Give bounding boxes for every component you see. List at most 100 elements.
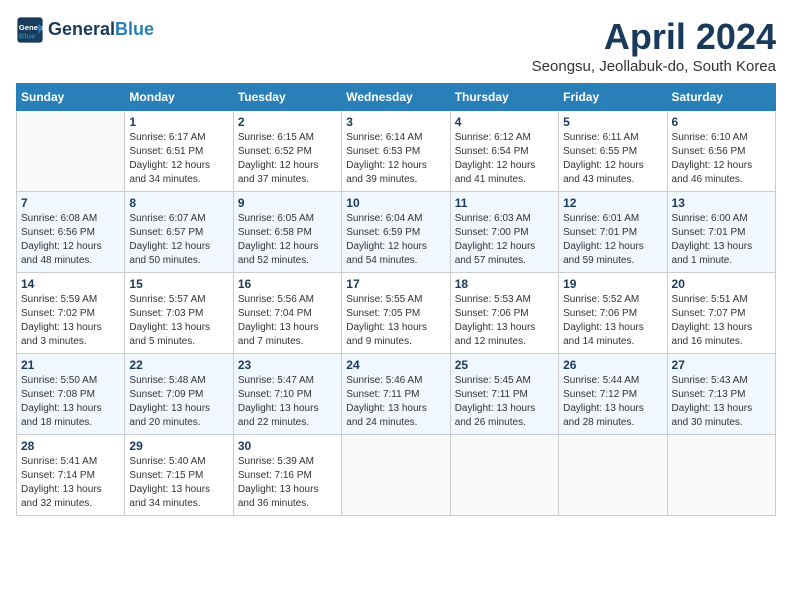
day-number: 23 (238, 358, 337, 372)
calendar-cell: 3Sunrise: 6:14 AMSunset: 6:53 PMDaylight… (342, 111, 450, 192)
header-cell-sunday: Sunday (17, 84, 125, 111)
day-info: Sunrise: 5:45 AMSunset: 7:11 PMDaylight:… (455, 374, 554, 430)
day-number: 24 (346, 358, 445, 372)
calendar-cell: 9Sunrise: 6:05 AMSunset: 6:58 PMDaylight… (233, 192, 341, 273)
header-cell-monday: Monday (125, 84, 233, 111)
day-info: Sunrise: 5:44 AMSunset: 7:12 PMDaylight:… (563, 374, 662, 430)
day-number: 14 (21, 277, 120, 291)
calendar-cell: 28 Sunrise: 5:41 AMSunset: 7:14 PMDayligh… (17, 435, 125, 516)
day-info: Sunrise: 5:41 AMSunset: 7:14 PMDaylight:… (21, 455, 120, 511)
svg-text:Blue: Blue (19, 31, 36, 40)
day-number: 22 (129, 358, 228, 372)
day-info: Sunrise: 5:59 AMSunset: 7:02 PMDaylight:… (21, 293, 120, 349)
header-cell-saturday: Saturday (667, 84, 775, 111)
day-number: 5 (563, 115, 662, 129)
month-title: April 2024 (532, 16, 776, 58)
logo-text-line1: GeneralBlue (48, 20, 154, 40)
day-number: 19 (563, 277, 662, 291)
calendar-cell: 14 Sunrise: 5:59 AMSunset: 7:02 PMDayligh… (17, 273, 125, 354)
week-row-2: 7 Sunrise: 6:08 AMSunset: 6:56 PMDaylight… (17, 192, 776, 273)
calendar-cell: 6 Sunrise: 6:10 AMSunset: 6:56 PMDaylight… (667, 111, 775, 192)
calendar-cell: 5Sunrise: 6:11 AMSunset: 6:55 PMDaylight… (559, 111, 667, 192)
calendar-cell: 22 Sunrise: 5:48 AMSunset: 7:09 PMDayligh… (125, 354, 233, 435)
day-number: 29 (129, 439, 228, 453)
calendar-cell: 15 Sunrise: 5:57 AMSunset: 7:03 PMDayligh… (125, 273, 233, 354)
day-number: 12 (563, 196, 662, 210)
day-number: 27 (672, 358, 771, 372)
day-info: Sunrise: 6:17 AMSunset: 6:51 PMDaylight:… (129, 131, 228, 187)
day-number: 15 (129, 277, 228, 291)
calendar-cell: 13Sunrise: 6:00 AMSunset: 7:01 PMDayligh… (667, 192, 775, 273)
day-info: Sunrise: 6:05 AMSunset: 6:58 PMDaylight:… (238, 212, 337, 268)
day-info: Sunrise: 5:48 AMSunset: 7:09 PMDaylight:… (129, 374, 228, 430)
day-number: 30 (238, 439, 337, 453)
calendar-cell (17, 111, 125, 192)
day-info: Sunrise: 5:43 AMSunset: 7:13 PMDaylight:… (672, 374, 771, 430)
header-cell-friday: Friday (559, 84, 667, 111)
day-number: 16 (238, 277, 337, 291)
calendar-cell: 12 Sunrise: 6:01 AMSunset: 7:01 PMDayligh… (559, 192, 667, 273)
calendar-cell: 26 Sunrise: 5:44 AMSunset: 7:12 PMDayligh… (559, 354, 667, 435)
day-info: Sunrise: 5:53 AMSunset: 7:06 PMDaylight:… (455, 293, 554, 349)
day-number: 11 (455, 196, 554, 210)
day-number: 6 (672, 115, 771, 129)
page-header: General Blue GeneralBlue April 2024 Seon… (16, 16, 776, 75)
day-number: 26 (563, 358, 662, 372)
calendar-cell: 25Sunrise: 5:45 AMSunset: 7:11 PMDayligh… (450, 354, 558, 435)
calendar-cell: 30 Sunrise: 5:39 AMSunset: 7:16 PMDayligh… (233, 435, 341, 516)
day-info: Sunrise: 5:52 AMSunset: 7:06 PMDaylight:… (563, 293, 662, 349)
logo-icon: General Blue (16, 16, 44, 44)
calendar-cell: 4 Sunrise: 6:12 AMSunset: 6:54 PMDaylight… (450, 111, 558, 192)
calendar-cell: 29 Sunrise: 5:40 AMSunset: 7:15 PMDayligh… (125, 435, 233, 516)
day-info: Sunrise: 5:56 AMSunset: 7:04 PMDaylight:… (238, 293, 337, 349)
calendar-cell: 21 Sunrise: 5:50 AMSunset: 7:08 PMDayligh… (17, 354, 125, 435)
header-row: SundayMondayTuesdayWednesdayThursdayFrid… (17, 84, 776, 111)
day-info: Sunrise: 6:04 AMSunset: 6:59 PMDaylight:… (346, 212, 445, 268)
header-cell-wednesday: Wednesday (342, 84, 450, 111)
day-info: Sunrise: 5:39 AMSunset: 7:16 PMDaylight:… (238, 455, 337, 511)
day-info: Sunrise: 6:03 AMSunset: 7:00 PMDaylight:… (455, 212, 554, 268)
day-info: Sunrise: 6:12 AMSunset: 6:54 PMDaylight:… (455, 131, 554, 187)
day-number: 10 (346, 196, 445, 210)
calendar-cell: 8 Sunrise: 6:07 AMSunset: 6:57 PMDaylight… (125, 192, 233, 273)
week-row-3: 14 Sunrise: 5:59 AMSunset: 7:02 PMDayligh… (17, 273, 776, 354)
day-info: Sunrise: 5:50 AMSunset: 7:08 PMDaylight:… (21, 374, 120, 430)
calendar-cell: 17 Sunrise: 5:55 AMSunset: 7:05 PMDayligh… (342, 273, 450, 354)
calendar-cell: 10 Sunrise: 6:04 AMSunset: 6:59 PMDayligh… (342, 192, 450, 273)
header-cell-thursday: Thursday (450, 84, 558, 111)
calendar-cell: 11 Sunrise: 6:03 AMSunset: 7:00 PMDayligh… (450, 192, 558, 273)
calendar-cell: 27 Sunrise: 5:43 AMSunset: 7:13 PMDayligh… (667, 354, 775, 435)
header-cell-tuesday: Tuesday (233, 84, 341, 111)
day-info: Sunrise: 5:51 AMSunset: 7:07 PMDaylight:… (672, 293, 771, 349)
calendar-cell: 7 Sunrise: 6:08 AMSunset: 6:56 PMDaylight… (17, 192, 125, 273)
day-info: Sunrise: 5:57 AMSunset: 7:03 PMDaylight:… (129, 293, 228, 349)
calendar-cell (450, 435, 558, 516)
day-info: Sunrise: 5:47 AMSunset: 7:10 PMDaylight:… (238, 374, 337, 430)
week-row-5: 28 Sunrise: 5:41 AMSunset: 7:14 PMDayligh… (17, 435, 776, 516)
day-info: Sunrise: 6:01 AMSunset: 7:01 PMDaylight:… (563, 212, 662, 268)
calendar-cell (667, 435, 775, 516)
day-number: 21 (21, 358, 120, 372)
day-info: Sunrise: 6:14 AMSunset: 6:53 PMDaylight:… (346, 131, 445, 187)
day-info: Sunrise: 6:08 AMSunset: 6:56 PMDaylight:… (21, 212, 120, 268)
week-row-4: 21 Sunrise: 5:50 AMSunset: 7:08 PMDayligh… (17, 354, 776, 435)
day-number: 1 (129, 115, 228, 129)
calendar-cell: 23 Sunrise: 5:47 AMSunset: 7:10 PMDayligh… (233, 354, 341, 435)
day-info: Sunrise: 6:10 AMSunset: 6:56 PMDaylight:… (672, 131, 771, 187)
day-number: 4 (455, 115, 554, 129)
day-info: Sunrise: 6:00 AMSunset: 7:01 PMDaylight:… (672, 212, 771, 268)
day-info: Sunrise: 5:46 AMSunset: 7:11 PMDaylight:… (346, 374, 445, 430)
day-info: Sunrise: 6:07 AMSunset: 6:57 PMDaylight:… (129, 212, 228, 268)
location-subtitle: Seongsu, Jeollabuk-do, South Korea (532, 58, 776, 75)
calendar-cell: 2Sunrise: 6:15 AMSunset: 6:52 PMDaylight… (233, 111, 341, 192)
calendar-cell: 20 Sunrise: 5:51 AMSunset: 7:07 PMDayligh… (667, 273, 775, 354)
day-info: Sunrise: 5:40 AMSunset: 7:15 PMDaylight:… (129, 455, 228, 511)
day-number: 20 (672, 277, 771, 291)
day-number: 8 (129, 196, 228, 210)
title-section: April 2024 Seongsu, Jeollabuk-do, South … (532, 16, 776, 75)
day-info: Sunrise: 6:15 AMSunset: 6:52 PMDaylight:… (238, 131, 337, 187)
day-number: 7 (21, 196, 120, 210)
day-info: Sunrise: 5:55 AMSunset: 7:05 PMDaylight:… (346, 293, 445, 349)
day-number: 28 (21, 439, 120, 453)
day-number: 17 (346, 277, 445, 291)
